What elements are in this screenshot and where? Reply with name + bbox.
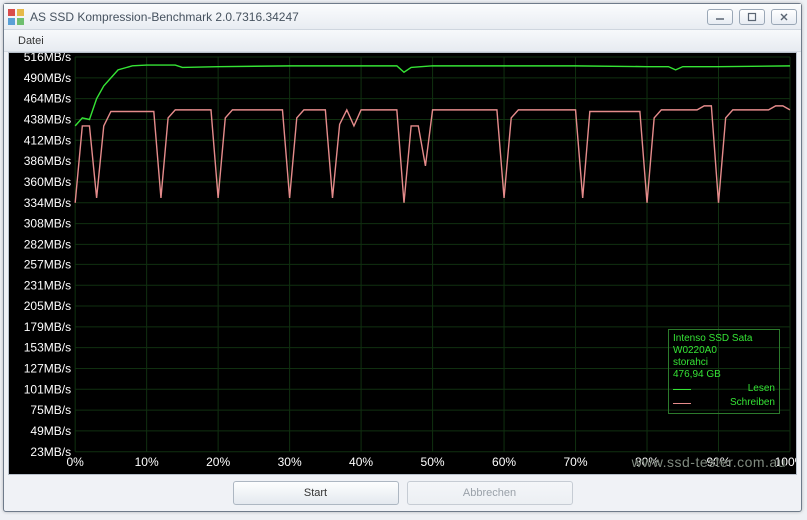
- svg-text:75MB/s: 75MB/s: [30, 403, 71, 417]
- svg-text:127MB/s: 127MB/s: [24, 361, 71, 375]
- svg-text:438MB/s: 438MB/s: [24, 112, 71, 126]
- app-window: AS SSD Kompression-Benchmark 2.0.7316.34…: [3, 3, 802, 512]
- title-bar: AS SSD Kompression-Benchmark 2.0.7316.34…: [4, 4, 801, 30]
- legend-swatch-read: [673, 389, 691, 390]
- legend-box: Intenso SSD Sata W0220A0 storahci 476,94…: [668, 329, 780, 414]
- svg-text:101MB/s: 101MB/s: [24, 382, 71, 396]
- svg-text:70%: 70%: [564, 455, 588, 469]
- window-buttons: [707, 9, 797, 25]
- svg-text:205MB/s: 205MB/s: [24, 299, 71, 313]
- legend-write: Schreiben: [695, 397, 775, 409]
- svg-text:30%: 30%: [278, 455, 302, 469]
- svg-text:386MB/s: 386MB/s: [24, 154, 71, 168]
- svg-text:80%: 80%: [635, 455, 659, 469]
- svg-text:179MB/s: 179MB/s: [24, 320, 71, 334]
- svg-text:90%: 90%: [706, 455, 730, 469]
- svg-text:50%: 50%: [421, 455, 445, 469]
- svg-text:516MB/s: 516MB/s: [24, 53, 71, 64]
- svg-text:308MB/s: 308MB/s: [24, 217, 71, 231]
- svg-text:100%: 100%: [775, 455, 796, 469]
- svg-text:23MB/s: 23MB/s: [30, 445, 71, 459]
- svg-text:0%: 0%: [66, 455, 84, 469]
- legend-size: 476,94 GB: [673, 369, 775, 381]
- svg-text:231MB/s: 231MB/s: [24, 278, 71, 292]
- chart-area: 23MB/s 49MB/s 75MB/s 101MB/s 127MB/s 153MB/s 1…: [8, 52, 797, 475]
- svg-text:257MB/s: 257MB/s: [24, 257, 71, 271]
- svg-text:10%: 10%: [135, 455, 159, 469]
- svg-text:412MB/s: 412MB/s: [24, 133, 71, 147]
- button-bar: Start Abbrechen: [4, 475, 801, 511]
- svg-text:334MB/s: 334MB/s: [24, 196, 71, 210]
- menu-datei[interactable]: Datei: [10, 33, 52, 49]
- svg-text:464MB/s: 464MB/s: [24, 92, 71, 106]
- svg-text:20%: 20%: [206, 455, 230, 469]
- abbrechen-button: Abbrechen: [407, 481, 573, 505]
- window-title: AS SSD Kompression-Benchmark 2.0.7316.34…: [30, 10, 707, 24]
- legend-driver: storahci: [673, 357, 775, 369]
- close-button[interactable]: [771, 9, 797, 25]
- maximize-button[interactable]: [739, 9, 765, 25]
- legend-firmware: W0220A0: [673, 345, 775, 357]
- menu-bar: Datei: [4, 30, 801, 52]
- legend-read: Lesen: [695, 383, 775, 395]
- legend-device: Intenso SSD Sata: [673, 333, 775, 345]
- app-icon: [8, 9, 24, 25]
- svg-text:49MB/s: 49MB/s: [30, 424, 71, 438]
- legend-swatch-write: [673, 403, 691, 404]
- svg-text:282MB/s: 282MB/s: [24, 237, 71, 251]
- svg-text:60%: 60%: [492, 455, 516, 469]
- svg-text:490MB/s: 490MB/s: [24, 71, 71, 85]
- start-button[interactable]: Start: [233, 481, 399, 505]
- svg-text:360MB/s: 360MB/s: [24, 175, 71, 189]
- svg-text:40%: 40%: [349, 455, 373, 469]
- minimize-button[interactable]: [707, 9, 733, 25]
- svg-text:153MB/s: 153MB/s: [24, 341, 71, 355]
